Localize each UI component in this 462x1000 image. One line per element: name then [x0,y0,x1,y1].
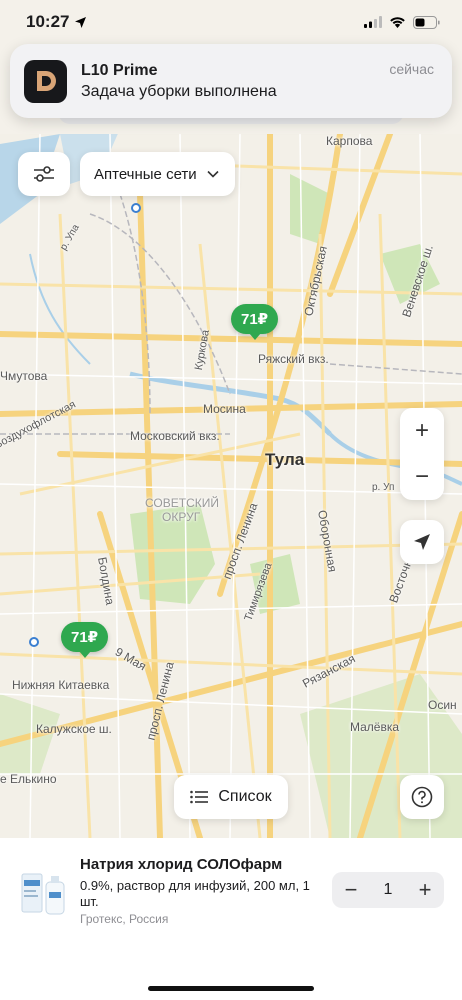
pharmacy-chains-dropdown[interactable]: Аптечные сети [80,152,235,196]
clock: 10:27 [26,12,70,31]
filter-button[interactable] [18,152,70,196]
notification-time: сейчас [389,61,434,77]
label-okrug: ОКРУГ [162,510,201,524]
label-osin: Осин [428,698,457,712]
notification-banner[interactable]: L10 Prime Задача уборки выполнена сейчас [10,44,452,118]
zoom-out-button[interactable]: − [400,454,444,500]
price-label: 71₽ [61,622,109,652]
label-tula: Тула [265,450,305,469]
quantity-value: 1 [383,881,393,898]
status-time: 10:27 [26,12,87,32]
label-chmutova: Чмутова [0,369,48,383]
label-ula-east: р. Уп [372,482,395,493]
product-name: Натрия хлорид СОЛОфарм [80,856,283,873]
notification-title: L10 Prime [81,61,158,79]
map-view[interactable]: Карпова р. Упа Октябрьская Веневское ш. … [0,134,462,838]
notification-message: Задача уборки выполнена [81,82,277,100]
product-description: 0.9%, раствор для инфузий, 200 мл, 1 шт. [80,878,310,909]
label-kaluzhskoe: Калужское ш. [36,722,112,736]
status-icons [364,15,440,29]
navigation-arrow-icon [414,534,430,550]
question-circle-icon [411,786,433,808]
home-indicator[interactable] [148,986,314,991]
decrease-quantity-button[interactable]: − [340,879,362,901]
wifi-icon [390,17,405,28]
list-icon [190,790,209,804]
my-location-button[interactable] [400,520,444,564]
label-ryazhsky-station: Ряжский вкз. [258,352,329,366]
battery-icon [413,15,440,29]
label-malevka: Малёвка [350,720,400,734]
status-bar: 10:27 [0,0,462,44]
zoom-control: + − [400,408,444,500]
app-logo-icon [36,71,56,91]
label-mosina: Мосина [203,402,246,416]
product-image [21,873,65,915]
product-manufacturer: Гротекс, Россия [80,912,169,926]
increase-quantity-button[interactable]: + [414,879,436,901]
label-nizhnyaya-kitaevka: Нижняя Китаевка [12,678,110,692]
list-button-label: Список [218,788,272,805]
pin-tail [248,333,261,340]
dropdown-label: Аптечные сети [94,165,197,183]
l10-app-icon [24,59,67,103]
price-pin[interactable]: 71₽ [231,304,279,340]
zoom-in-button[interactable]: + [400,408,444,454]
label-moskovsky-station: Московский вкз. [130,429,220,443]
label-karpova: Карпова [326,134,373,148]
label-elkino: е Елькино [0,772,57,786]
product-card[interactable]: Натрия хлорид СОЛОфарм 0.9%, раствор для… [0,838,462,1000]
list-view-button[interactable]: Список [174,775,288,819]
location-arrow-icon [75,16,87,28]
quantity-stepper: − 1 + [332,872,444,908]
cellular-signal-icon [364,16,382,28]
label-sovetsky: СОВЕТСКИЙ [145,496,219,510]
sliders-icon [34,166,54,182]
price-label: 71₽ [231,304,279,334]
help-button[interactable] [400,775,444,819]
pin-tail [78,651,91,658]
chevron-down-icon [207,170,219,178]
price-pin[interactable]: 71₽ [61,622,109,658]
